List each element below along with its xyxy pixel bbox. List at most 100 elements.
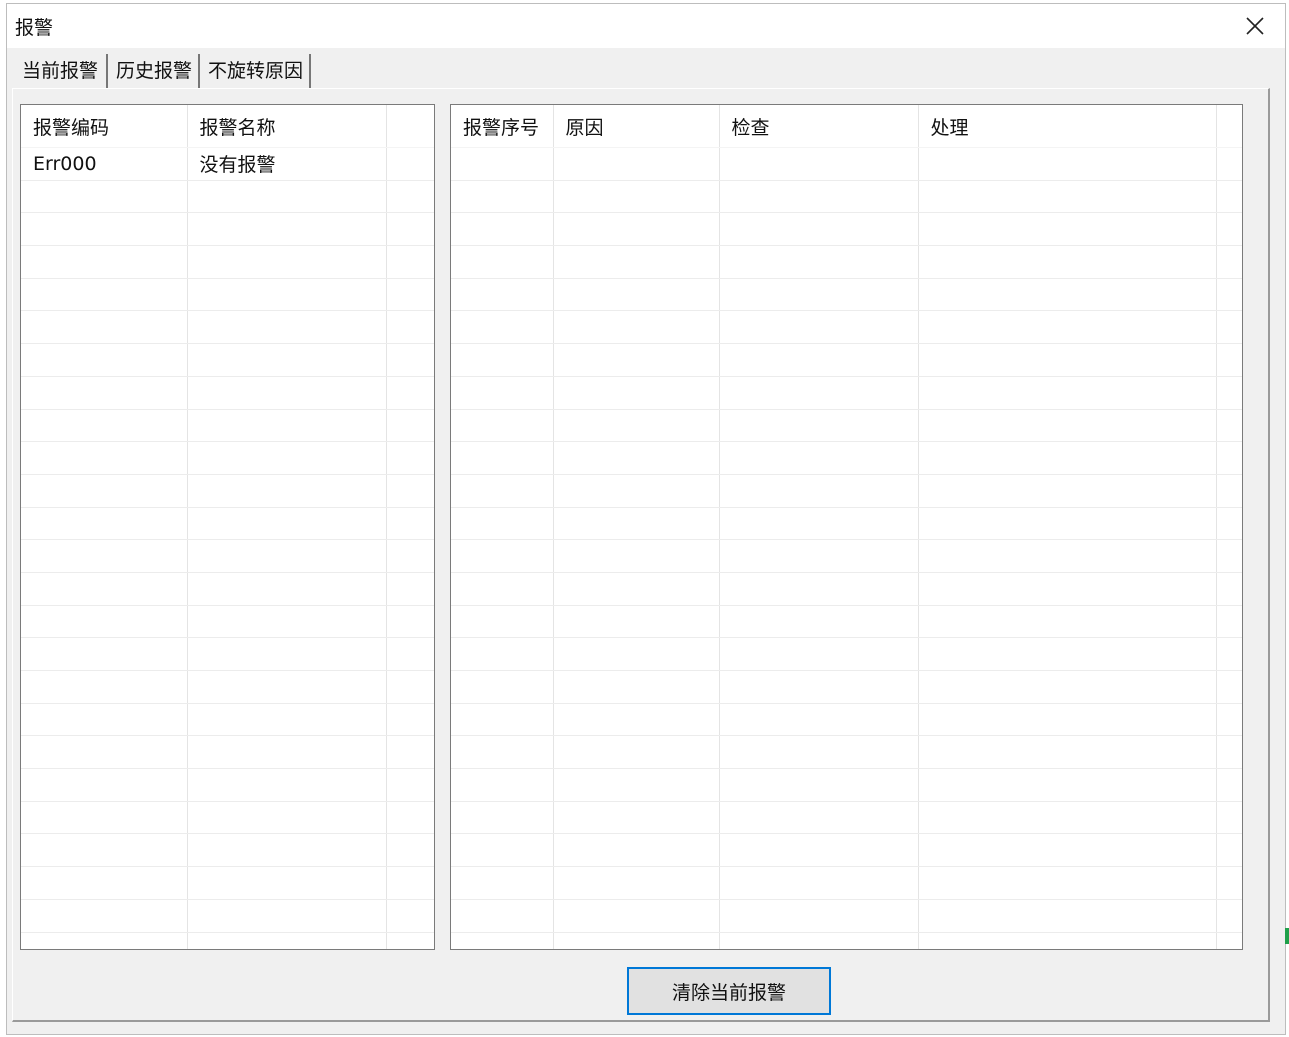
table-cell bbox=[1216, 572, 1242, 606]
table-cell bbox=[553, 409, 720, 443]
table-row[interactable] bbox=[21, 768, 434, 802]
table-row[interactable] bbox=[451, 376, 1242, 410]
table-row[interactable] bbox=[451, 670, 1242, 704]
table-cell bbox=[719, 212, 919, 247]
table-row[interactable] bbox=[21, 376, 434, 410]
close-button[interactable] bbox=[1235, 8, 1275, 44]
table-cell bbox=[21, 801, 188, 835]
table-cell bbox=[21, 212, 188, 247]
table-cell bbox=[451, 833, 554, 868]
table-cell bbox=[553, 637, 720, 671]
table-cell bbox=[187, 801, 387, 835]
table-cell bbox=[553, 376, 720, 410]
table-row[interactable] bbox=[21, 409, 434, 443]
table-row[interactable] bbox=[451, 735, 1242, 770]
table-cell bbox=[21, 932, 188, 949]
column-header-alarm-name[interactable]: 报警名称 bbox=[187, 105, 387, 148]
tab-no-rotation-reasons[interactable]: 不旋转原因 bbox=[202, 54, 312, 88]
table-row[interactable] bbox=[21, 343, 434, 377]
table-cell bbox=[918, 866, 1217, 900]
table-cell bbox=[21, 866, 188, 900]
table-cell bbox=[1216, 343, 1242, 377]
table-row[interactable] bbox=[451, 147, 1242, 181]
table-cell bbox=[553, 703, 720, 737]
table-cell bbox=[1216, 409, 1242, 443]
table-cell bbox=[21, 735, 188, 770]
table-row[interactable] bbox=[451, 539, 1242, 573]
table-cell bbox=[451, 409, 554, 443]
table-row[interactable] bbox=[451, 212, 1242, 247]
table-cell bbox=[187, 180, 387, 214]
table-row[interactable] bbox=[21, 474, 434, 508]
table-row[interactable] bbox=[451, 866, 1242, 900]
table-row[interactable] bbox=[451, 833, 1242, 868]
table-cell bbox=[553, 605, 720, 639]
table-row[interactable] bbox=[451, 343, 1242, 377]
table-row[interactable] bbox=[21, 637, 434, 671]
table-row[interactable]: Err000 没有报警 bbox=[21, 147, 434, 181]
alarm-detail-list[interactable]: 报警序号 原因 检查 处理 bbox=[450, 104, 1243, 950]
table-row[interactable] bbox=[21, 899, 434, 933]
table-header-row: 报警编码 报警名称 bbox=[21, 105, 434, 148]
table-row[interactable] bbox=[21, 245, 434, 279]
table-row[interactable] bbox=[451, 245, 1242, 279]
table-row[interactable] bbox=[21, 866, 434, 900]
table-row[interactable] bbox=[21, 605, 434, 639]
current-alarm-list[interactable]: 报警编码 报警名称 Err000 没有报警 bbox=[20, 104, 435, 950]
tab-current-alarms[interactable]: 当前报警 bbox=[14, 54, 109, 88]
table-row[interactable] bbox=[451, 899, 1242, 933]
table-cell bbox=[451, 572, 554, 606]
table-row[interactable] bbox=[21, 180, 434, 214]
table-cell bbox=[1216, 703, 1242, 737]
table-row[interactable] bbox=[451, 768, 1242, 802]
table-row[interactable] bbox=[21, 539, 434, 573]
table-cell bbox=[553, 310, 720, 345]
table-row[interactable] bbox=[21, 507, 434, 541]
table-cell bbox=[719, 735, 919, 770]
table-row[interactable] bbox=[21, 670, 434, 704]
table-row[interactable] bbox=[21, 441, 434, 475]
table-row[interactable] bbox=[451, 278, 1242, 312]
table-row[interactable] bbox=[451, 474, 1242, 508]
tab-history-alarms[interactable]: 历史报警 bbox=[110, 54, 201, 88]
table-row[interactable] bbox=[451, 507, 1242, 541]
table-cell bbox=[719, 278, 919, 312]
table-row[interactable] bbox=[451, 932, 1242, 949]
table-header-row: 报警序号 原因 检查 处理 bbox=[451, 105, 1242, 148]
table-cell bbox=[1216, 245, 1242, 279]
table-row[interactable] bbox=[21, 801, 434, 835]
table-row[interactable] bbox=[21, 212, 434, 247]
table-cell bbox=[918, 703, 1217, 737]
table-row[interactable] bbox=[21, 703, 434, 737]
table-row[interactable] bbox=[451, 180, 1242, 214]
column-header-handling[interactable]: 处理 bbox=[918, 105, 1217, 148]
table-row[interactable] bbox=[451, 441, 1242, 475]
column-header-alarm-code[interactable]: 报警编码 bbox=[21, 105, 188, 148]
table-cell bbox=[1216, 670, 1242, 704]
table-row[interactable] bbox=[451, 572, 1242, 606]
table-row[interactable] bbox=[451, 409, 1242, 443]
table-cell bbox=[553, 474, 720, 508]
table-cell bbox=[21, 539, 188, 573]
table-row[interactable] bbox=[451, 605, 1242, 639]
table-row[interactable] bbox=[451, 703, 1242, 737]
table-cell bbox=[386, 637, 434, 671]
column-header-alarm-seq[interactable]: 报警序号 bbox=[451, 105, 554, 148]
table-row[interactable] bbox=[21, 833, 434, 868]
table-row[interactable] bbox=[451, 637, 1242, 671]
table-cell bbox=[918, 637, 1217, 671]
table-row[interactable] bbox=[451, 310, 1242, 345]
column-header-check[interactable]: 检查 bbox=[719, 105, 919, 148]
clear-current-alarms-button[interactable]: 清除当前报警 bbox=[627, 967, 831, 1015]
table-cell bbox=[451, 866, 554, 900]
column-header-filler bbox=[386, 105, 434, 148]
table-row[interactable] bbox=[21, 572, 434, 606]
table-row[interactable] bbox=[21, 735, 434, 770]
table-row[interactable] bbox=[21, 310, 434, 345]
table-row[interactable] bbox=[21, 932, 434, 949]
column-header-reason[interactable]: 原因 bbox=[553, 105, 720, 148]
table-row[interactable] bbox=[21, 278, 434, 312]
table-cell bbox=[386, 409, 434, 443]
table-row[interactable] bbox=[451, 801, 1242, 835]
table-cell bbox=[386, 278, 434, 312]
